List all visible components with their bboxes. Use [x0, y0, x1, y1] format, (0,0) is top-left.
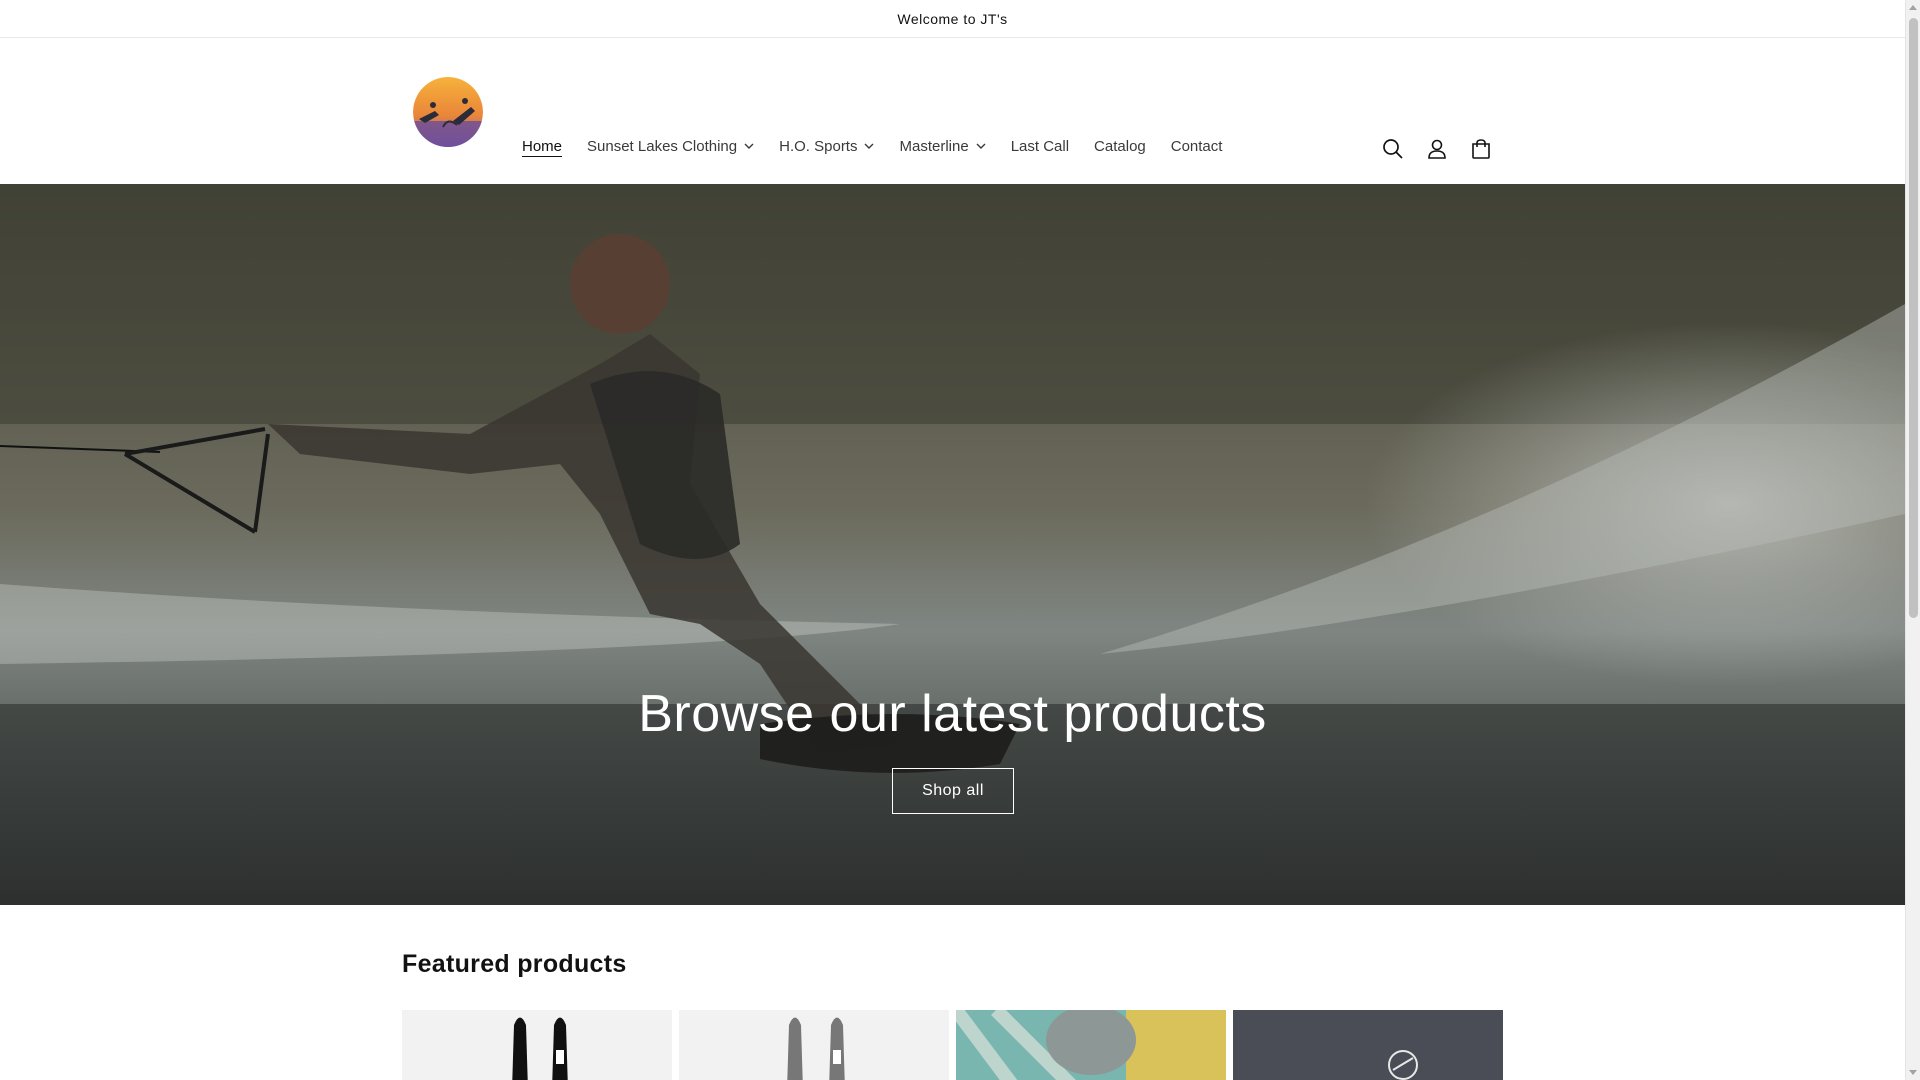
featured-products-title: Featured products [402, 950, 627, 978]
hero-title: Browse our latest products [638, 685, 1267, 743]
hero-banner: Browse our latest products Shop all [0, 184, 1905, 905]
featured-products-grid [402, 1010, 1510, 1080]
scrollbar-thumb[interactable] [1909, 18, 1918, 618]
announcement-bar: Welcome to JT's [0, 0, 1905, 38]
cart-icon[interactable] [1468, 136, 1494, 162]
nav-ho-sports[interactable]: H.O. Sports [779, 138, 874, 155]
nav-home[interactable]: Home [522, 138, 562, 155]
header-icons [1380, 136, 1512, 162]
account-icon[interactable] [1424, 136, 1450, 162]
nav-sunset-lakes-clothing-label: Sunset Lakes Clothing [587, 138, 738, 155]
announcement-text: Welcome to JT's [897, 10, 1008, 27]
scroll-down-arrow-icon[interactable] [1909, 1070, 1917, 1075]
site-logo[interactable] [413, 77, 483, 147]
nav-contact-label: Contact [1170, 138, 1223, 155]
site-header: Home Sunset Lakes Clothing H.O. Sports M… [0, 38, 1905, 184]
search-icon[interactable] [1380, 136, 1406, 162]
product-card-swim-cap[interactable] [956, 1010, 1226, 1080]
nav-masterline-label: Masterline [899, 138, 969, 155]
nav-last-call-label: Last Call [1010, 138, 1070, 155]
nav-sunset-lakes-clothing[interactable]: Sunset Lakes Clothing [587, 138, 754, 155]
storefront-page: Welcome to JT's Home Sunset Lakes Clothi… [0, 0, 1905, 1080]
chevron-down-icon [976, 143, 986, 149]
nav-ho-sports-label: H.O. Sports [779, 138, 858, 155]
nav-last-call[interactable]: Last Call [1011, 138, 1069, 155]
nav-contact[interactable]: Contact [1171, 138, 1223, 155]
chevron-down-icon [864, 143, 874, 149]
main-navigation: Home Sunset Lakes Clothing H.O. Sports M… [522, 138, 1247, 155]
scroll-up-arrow-icon[interactable] [1909, 5, 1917, 10]
product-card-water-ski[interactable] [679, 1010, 949, 1080]
product-card-t-shirt[interactable] [1233, 1010, 1503, 1080]
product-card-water-ski[interactable] [402, 1010, 672, 1080]
nav-catalog-label: Catalog [1094, 138, 1146, 155]
shop-all-button[interactable]: Shop all [892, 768, 1014, 814]
page-scrollbar[interactable] [1905, 0, 1920, 1080]
nav-home-label: Home [522, 138, 563, 155]
nav-catalog[interactable]: Catalog [1094, 138, 1146, 155]
chevron-down-icon [744, 143, 754, 149]
nav-masterline[interactable]: Masterline [899, 138, 986, 155]
